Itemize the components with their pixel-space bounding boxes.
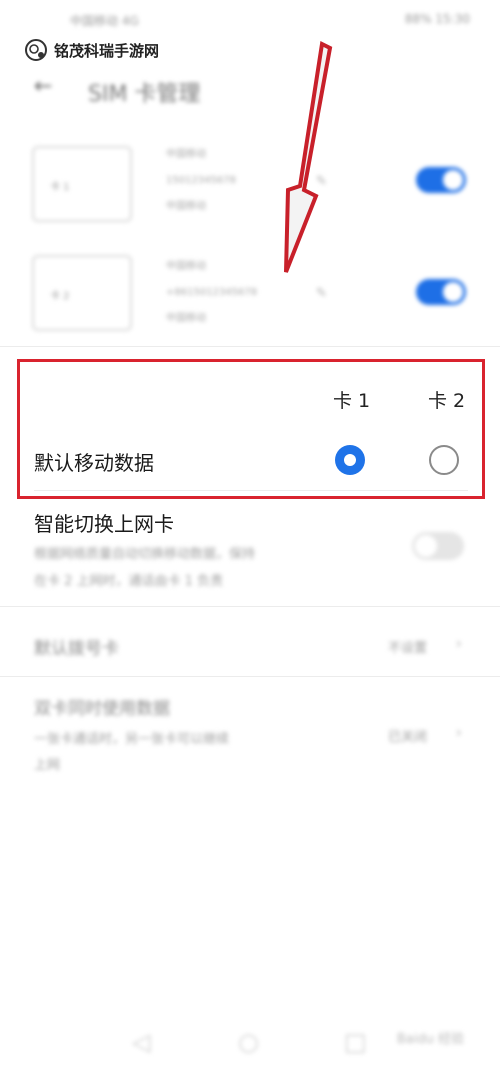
sim-toggle-2[interactable]	[416, 279, 466, 305]
dual-card-label: 双卡同时使用数据	[34, 699, 170, 719]
sim-slot-label: 卡 1	[50, 182, 70, 193]
section-divider	[0, 346, 500, 347]
page-header: ← SIM 卡管理	[0, 68, 500, 112]
game-controller-icon	[25, 39, 47, 61]
sim-card-icon: 卡 2	[32, 255, 132, 331]
smart-switch-toggle[interactable]	[412, 532, 464, 560]
watermark-text: 铭茂科瑞手游网	[54, 41, 160, 60]
baidu-watermark: Baidu 经验	[396, 1032, 464, 1047]
sim-operator: 中国移动	[166, 313, 206, 324]
smart-switch-title: 智能切换上网卡	[34, 512, 174, 536]
recent-nav-icon[interactable]: □	[344, 1028, 367, 1056]
annotation-arrow	[284, 40, 333, 273]
default-call-label: 默认拨号卡	[34, 639, 119, 659]
sim-number: +8615012345678	[166, 287, 258, 298]
sim-number: 15012345678	[166, 175, 236, 186]
desc-line: 上网	[34, 758, 61, 773]
edit-icon[interactable]: ✎	[316, 286, 327, 301]
default-call-value: 不设置	[388, 641, 428, 656]
sim-card-icon: 卡 1	[32, 146, 132, 222]
carrier-text: 中国移动 4G	[70, 14, 139, 28]
sim-toggle-1[interactable]	[416, 167, 466, 193]
section-divider	[0, 676, 500, 677]
dual-card-value: 已关闭	[388, 730, 428, 745]
page-title: SIM 卡管理	[88, 82, 201, 107]
home-nav-icon[interactable]: ○	[238, 1028, 259, 1056]
highlight-box	[17, 359, 485, 499]
back-arrow-icon[interactable]: ←	[34, 74, 52, 99]
back-nav-icon[interactable]: ◁	[132, 1028, 150, 1056]
battery-time-text: 88% 15:30	[404, 12, 470, 26]
site-watermark: 铭茂科瑞手游网	[24, 36, 159, 64]
chevron-right-icon: ›	[456, 725, 462, 741]
desc-line: 根据网络质量自动切换移动数据，保持	[34, 547, 256, 562]
section-divider	[0, 606, 500, 607]
desc-line: 一张卡通话时，另一张卡可以继续	[34, 732, 230, 747]
status-bar: 中国移动 4G 88% 15:30	[0, 0, 500, 40]
chevron-right-icon: ›	[456, 636, 462, 652]
desc-line: 在卡 2 上网时，通话由卡 1 负责	[34, 574, 224, 589]
sim-name: 中国移动	[166, 261, 206, 272]
sim-operator: 中国移动	[166, 201, 206, 212]
sim-slot-label: 卡 2	[50, 291, 70, 302]
sim-name: 中国移动	[166, 149, 206, 160]
